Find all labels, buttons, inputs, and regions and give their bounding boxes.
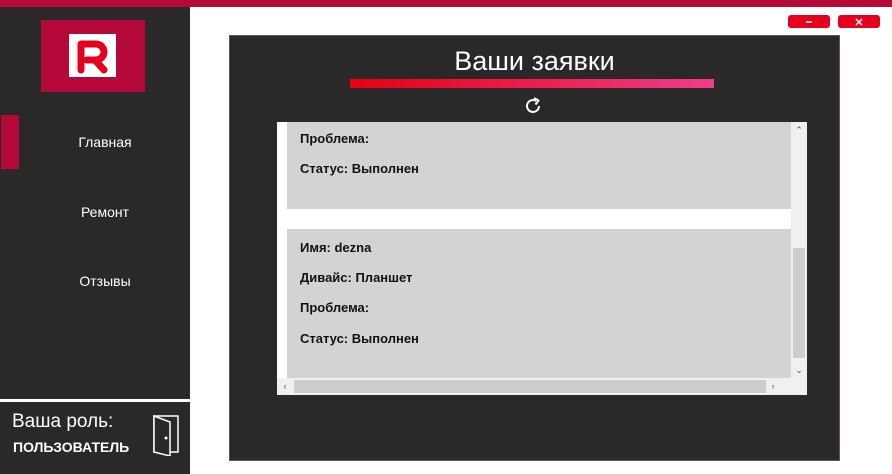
top-accent-bar bbox=[0, 0, 892, 7]
sidebar-item-label: Ремонт bbox=[80, 204, 130, 220]
vertical-scrollbar[interactable]: ⌃ ⌄ bbox=[791, 122, 807, 378]
role-divider bbox=[0, 399, 190, 402]
sidebar-item-repair[interactable]: Ремонт bbox=[20, 185, 190, 239]
logo bbox=[41, 20, 145, 92]
requests-list[interactable]: Проблема: Статус: Выполнен Имя: dezna Ди… bbox=[277, 122, 807, 395]
logo-icon bbox=[77, 40, 108, 74]
scroll-down-icon[interactable]: ⌄ bbox=[792, 363, 806, 377]
sidebar-item-label: Главная bbox=[78, 134, 132, 150]
minimize-icon bbox=[806, 20, 812, 23]
list-item: Имя: dezna Дивайс: Планшет Проблема: Ста… bbox=[287, 229, 791, 378]
horizontal-scroll-thumb[interactable] bbox=[294, 380, 766, 393]
door-exit-icon[interactable] bbox=[150, 412, 182, 456]
close-icon bbox=[855, 17, 863, 26]
sidebar-item-reviews[interactable]: Отзывы bbox=[20, 254, 190, 308]
scroll-right-icon[interactable]: › bbox=[766, 379, 780, 393]
card-status: Статус: Выполнен bbox=[300, 161, 419, 176]
page-title: Ваши заявки bbox=[454, 46, 615, 76]
role-value: ПОЛЬЗОВАТЕЛЬ bbox=[13, 439, 130, 455]
vertical-scroll-thumb[interactable] bbox=[793, 248, 805, 358]
card-name: Имя: dezna bbox=[300, 240, 372, 255]
card-status: Статус: Выполнен bbox=[300, 331, 419, 346]
refresh-icon[interactable] bbox=[523, 96, 543, 116]
card-problem: Проблема: bbox=[300, 300, 370, 315]
role-label: Ваша роль: bbox=[12, 411, 114, 432]
minimize-button[interactable] bbox=[788, 15, 830, 28]
close-button[interactable] bbox=[838, 15, 880, 28]
sidebar-item-label: Отзывы bbox=[79, 273, 131, 289]
title-underline bbox=[350, 79, 714, 88]
sidebar-item-home[interactable]: Главная bbox=[20, 115, 190, 169]
scrollbar-corner bbox=[791, 378, 807, 395]
list-item: Проблема: Статус: Выполнен bbox=[287, 122, 791, 209]
scroll-up-icon[interactable]: ⌃ bbox=[792, 123, 806, 137]
sidebar: Главная Ремонт Отзывы Ваша роль: ПОЛЬЗОВ… bbox=[0, 7, 190, 474]
card-device: Дивайс: Планшет bbox=[300, 270, 413, 285]
horizontal-scrollbar[interactable]: ‹ › bbox=[277, 378, 791, 395]
scroll-left-icon[interactable]: ‹ bbox=[278, 379, 292, 393]
active-nav-indicator bbox=[1, 115, 19, 169]
card-problem: Проблема: bbox=[300, 131, 370, 146]
